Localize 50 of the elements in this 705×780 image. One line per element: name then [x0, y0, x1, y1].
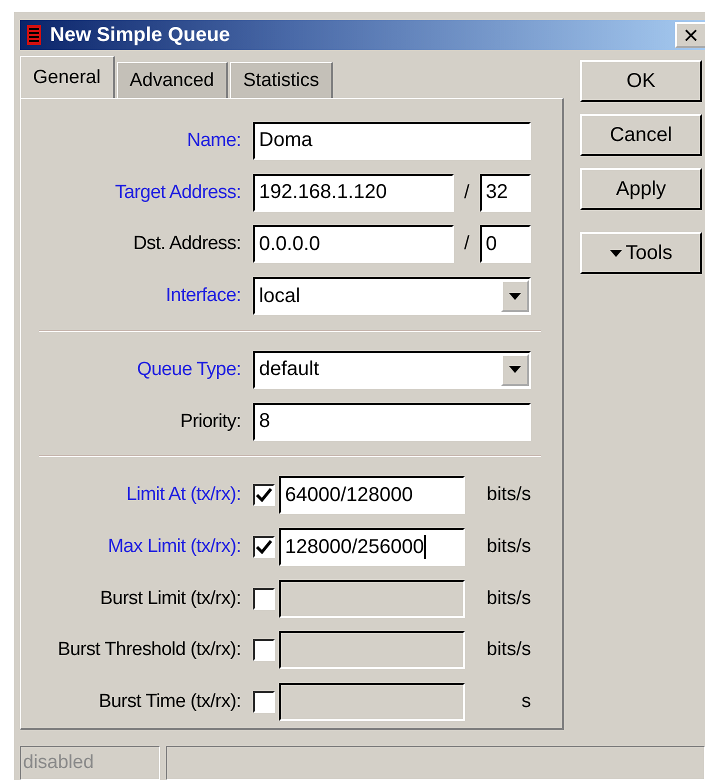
dropdown-caret-icon	[509, 292, 521, 300]
dialog-button[interactable]: Apply	[580, 168, 702, 210]
field-label: Burst Limit (tx/rx):	[99, 588, 241, 610]
slash-label: /	[463, 233, 470, 256]
dropdown-field[interactable]: default	[253, 350, 531, 389]
field-label: Queue Type:	[136, 358, 241, 381]
limit-field[interactable]: 64000/128000	[279, 476, 465, 514]
checkbox[interactable]	[253, 588, 275, 610]
limit-field[interactable]: 128000/256000	[279, 528, 465, 566]
unit-label: s	[522, 691, 531, 714]
field-label: Interface:	[164, 285, 241, 308]
address-field[interactable]: 0.0.0.0	[253, 225, 454, 264]
caret-icon	[610, 250, 622, 256]
tools-menu-button[interactable]: Tools	[580, 232, 702, 274]
close-button[interactable]: ×	[675, 22, 705, 48]
status-text: disabled	[20, 746, 160, 780]
unit-label: bits/s	[486, 536, 531, 558]
field-label: Burst Time (tx/rx):	[98, 691, 241, 714]
tab[interactable]: Advanced	[116, 62, 228, 98]
slash-label: /	[463, 182, 470, 204]
text-field[interactable]: 8	[253, 402, 531, 441]
field-label: Limit At (tx/rx):	[125, 484, 241, 506]
field-label: Max Limit (tx/rx):	[106, 536, 241, 558]
unit-label: bits/s	[486, 639, 531, 662]
limit-field[interactable]	[279, 631, 465, 670]
field-label: Target Address:	[114, 182, 241, 204]
unit-label: bits/s	[486, 588, 531, 610]
address-field[interactable]: 192.168.1.120	[253, 174, 454, 212]
window-title: New Simple Queue	[50, 24, 232, 46]
text-field[interactable]: Doma	[253, 122, 531, 160]
limit-field[interactable]	[279, 683, 465, 722]
field-label: Priority:	[179, 410, 241, 433]
queue-icon	[26, 25, 42, 45]
checkbox[interactable]	[253, 484, 275, 506]
tab[interactable]: General	[20, 56, 115, 98]
dialog-button[interactable]: OK	[580, 60, 702, 102]
dropdown-caret-icon	[509, 366, 521, 374]
checkbox[interactable]	[253, 691, 275, 714]
checkbox[interactable]	[253, 639, 275, 662]
tab[interactable]: Statistics	[230, 62, 334, 98]
dropdown-field[interactable]: local	[253, 277, 531, 316]
limit-field[interactable]	[279, 580, 465, 618]
field-label: Name:	[186, 130, 241, 152]
dialog-button[interactable]: Cancel	[580, 114, 702, 156]
checkbox[interactable]	[253, 536, 275, 558]
field-label: Burst Threshold (tx/rx):	[56, 639, 241, 662]
unit-label: bits/s	[486, 484, 531, 506]
field-label: Dst. Address:	[132, 233, 241, 256]
prefix-field[interactable]: 32	[480, 174, 531, 212]
prefix-field[interactable]: 0	[480, 225, 531, 264]
